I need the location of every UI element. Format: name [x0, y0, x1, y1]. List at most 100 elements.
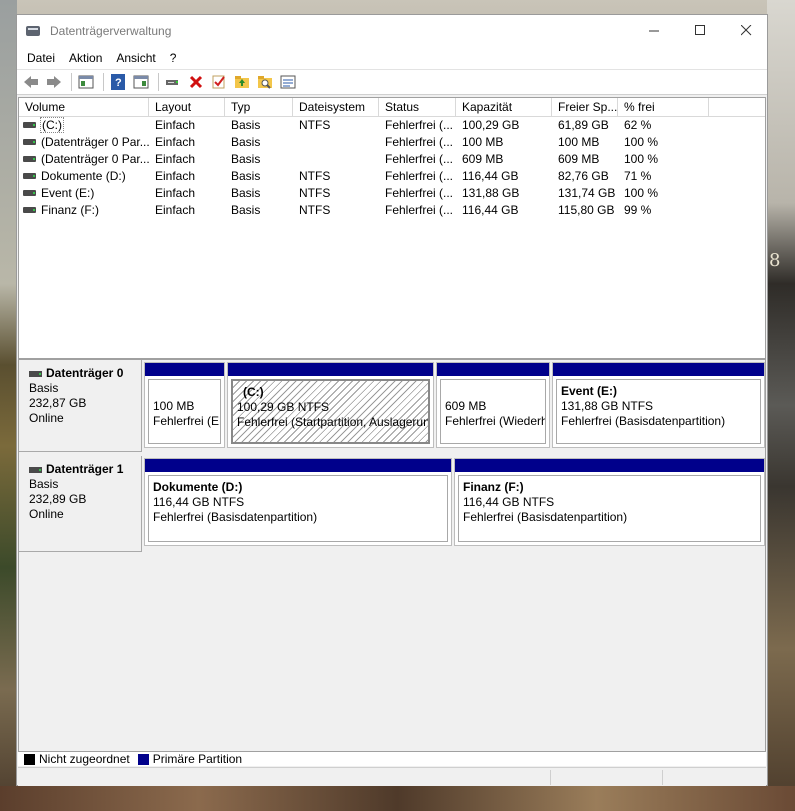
- volume-free-space: 61,89 GB: [558, 118, 609, 132]
- volume-percent-free: 100 %: [624, 152, 659, 166]
- disk-icon: [29, 466, 42, 473]
- forward-icon: [47, 76, 61, 88]
- volume-name: Dokumente (D:): [41, 169, 126, 183]
- column-header-volume[interactable]: Volume: [19, 98, 149, 116]
- volume-icon: [23, 155, 36, 162]
- volume-row-e[interactable]: Event (E:) Einfach Basis NTFS Fehlerfrei…: [19, 185, 765, 202]
- partition-recovery[interactable]: 609 MB Fehlerfrei (Wiederh: [436, 362, 550, 448]
- legend-swatch-unallocated: [24, 753, 35, 765]
- partition-bar: [437, 363, 549, 376]
- disk-type: Basis: [29, 381, 59, 395]
- legend-label-primary: Primäre Partition: [152, 752, 243, 766]
- volume-name: (Datenträger 0 Par...: [41, 152, 149, 166]
- partition-e[interactable]: Event (E:) 131,88 GB NTFS Fehlerfrei (Ba…: [552, 362, 765, 448]
- volume-type: Basis: [231, 118, 261, 132]
- partition-bar: [553, 363, 764, 376]
- disk-management-app-icon: [26, 24, 42, 38]
- volume-percent-free: 62 %: [624, 118, 652, 132]
- minimize-button[interactable]: [631, 15, 677, 45]
- partition-c[interactable]: (C:) 100,29 GB NTFS Fehlerfrei (Startpar…: [227, 362, 434, 448]
- folder-up-icon: [235, 76, 249, 88]
- column-header-capacity[interactable]: Kapazität: [456, 98, 552, 116]
- volume-row-d[interactable]: Dokumente (D:) Einfach Basis NTFS Fehler…: [19, 168, 765, 185]
- background-photo-number: 8: [769, 250, 781, 271]
- disk-size: 232,89 GB: [29, 492, 87, 506]
- volume-capacity: 116,44 GB: [462, 169, 519, 183]
- column-header-filesystem[interactable]: Dateisystem: [293, 98, 379, 116]
- volume-free-space: 100 MB: [558, 135, 600, 149]
- properties-panel-icon: [133, 75, 149, 89]
- volume-row-f[interactable]: Finanz (F:) Einfach Basis NTFS Fehlerfre…: [19, 202, 765, 219]
- open-button[interactable]: [232, 72, 252, 92]
- status-bar: [18, 767, 766, 786]
- delete-button[interactable]: [186, 72, 206, 92]
- check-icon: [212, 75, 225, 89]
- partition-f[interactable]: Finanz (F:) 116,44 GB NTFS Fehlerfrei (B…: [454, 458, 765, 546]
- menu-bar: Datei Aktion Ansicht ?: [17, 47, 767, 69]
- partition-title: (C:): [243, 385, 264, 399]
- disk-management-window: Datenträgerverwaltung Datei Aktion Ansic…: [16, 14, 768, 786]
- volume-filesystem: NTFS: [299, 203, 331, 217]
- legend-swatch-primary: [137, 753, 149, 765]
- partition-size: 609 MB: [445, 399, 487, 413]
- window-title: Datenträgerverwaltung: [50, 24, 172, 38]
- column-header-status[interactable]: Status: [379, 98, 456, 116]
- volume-layout: Einfach: [155, 118, 196, 132]
- volume-icon: [23, 138, 36, 145]
- volume-row-partition-1[interactable]: (Datenträger 0 Par... Einfach Basis Fehl…: [19, 134, 765, 151]
- column-header-percent-free[interactable]: % frei: [618, 98, 709, 116]
- volume-free-space: 609 MB: [558, 152, 600, 166]
- volume-layout: Einfach: [155, 203, 196, 217]
- maximize-button[interactable]: [677, 15, 723, 45]
- back-button[interactable]: [21, 72, 41, 92]
- desktop-background-right: [767, 0, 795, 811]
- disk-0-label[interactable]: Datenträger 0 Basis 232,87 GB Online: [19, 360, 142, 452]
- disk-row-0: Datenträger 0 Basis 232,87 GB Online 100…: [19, 360, 767, 452]
- show-action-pane-button[interactable]: [131, 72, 151, 92]
- disk-1-label[interactable]: Datenträger 1 Basis 232,89 GB Online: [19, 456, 142, 552]
- maximize-icon: [694, 24, 705, 35]
- volume-type: Basis: [231, 203, 261, 217]
- explore-button[interactable]: [255, 72, 275, 92]
- delete-icon: [189, 75, 203, 89]
- volume-layout: Einfach: [155, 169, 196, 183]
- menu-view[interactable]: Ansicht: [110, 51, 161, 65]
- menu-file[interactable]: Datei: [21, 51, 61, 65]
- volume-capacity: 100 MB: [462, 135, 504, 149]
- volume-row-c[interactable]: (C:) Einfach Basis NTFS Fehlerfrei (... …: [19, 117, 765, 134]
- volume-layout: Einfach: [155, 186, 196, 200]
- help-button[interactable]: ?: [108, 72, 128, 92]
- forward-button[interactable]: [44, 72, 64, 92]
- partition-d[interactable]: Dokumente (D:) 116,44 GB NTFS Fehlerfrei…: [144, 458, 452, 546]
- menu-action[interactable]: Aktion: [63, 51, 108, 65]
- disk-state: Online: [29, 507, 64, 521]
- partition-size: 116,44 GB NTFS: [463, 495, 555, 509]
- close-button[interactable]: [723, 15, 769, 45]
- title-bar[interactable]: Datenträgerverwaltung: [17, 15, 767, 47]
- partition-status: Fehlerfrei (Basisdatenpartition): [561, 414, 726, 428]
- volume-list: Volume Layout Typ Dateisystem Status Kap…: [18, 97, 766, 359]
- partition-title: Event (E:): [561, 384, 618, 398]
- volume-row-partition-2[interactable]: (Datenträger 0 Par... Einfach Basis Fehl…: [19, 151, 765, 168]
- help-icon: ?: [111, 74, 125, 90]
- volume-rows: (C:) Einfach Basis NTFS Fehlerfrei (... …: [19, 117, 765, 219]
- column-header-free-space[interactable]: Freier Sp...: [552, 98, 618, 116]
- check-button[interactable]: [209, 72, 229, 92]
- volume-free-space: 82,76 GB: [558, 169, 609, 183]
- partition-efi[interactable]: 100 MB Fehlerfrei (EF: [144, 362, 225, 448]
- disk-graphical-view: Datenträger 0 Basis 232,87 GB Online 100…: [18, 359, 766, 752]
- partition-size: 131,88 GB NTFS: [561, 399, 654, 413]
- show-hide-console-tree-button[interactable]: [76, 72, 96, 92]
- partition-status: Fehlerfrei (EF: [153, 414, 221, 428]
- volume-status: Fehlerfrei (...: [385, 186, 454, 200]
- column-header-type[interactable]: Typ: [225, 98, 293, 116]
- desktop-background-bottom: [0, 786, 795, 811]
- column-header-layout[interactable]: Layout: [149, 98, 225, 116]
- list-view-icon: [280, 75, 296, 89]
- menu-help[interactable]: ?: [164, 51, 183, 65]
- disk-name: Datenträger 0: [46, 366, 124, 380]
- connect-virtual-disk-button[interactable]: [163, 72, 183, 92]
- properties-button[interactable]: [278, 72, 298, 92]
- svg-text:?: ?: [115, 77, 122, 89]
- partition-bar: [228, 363, 433, 376]
